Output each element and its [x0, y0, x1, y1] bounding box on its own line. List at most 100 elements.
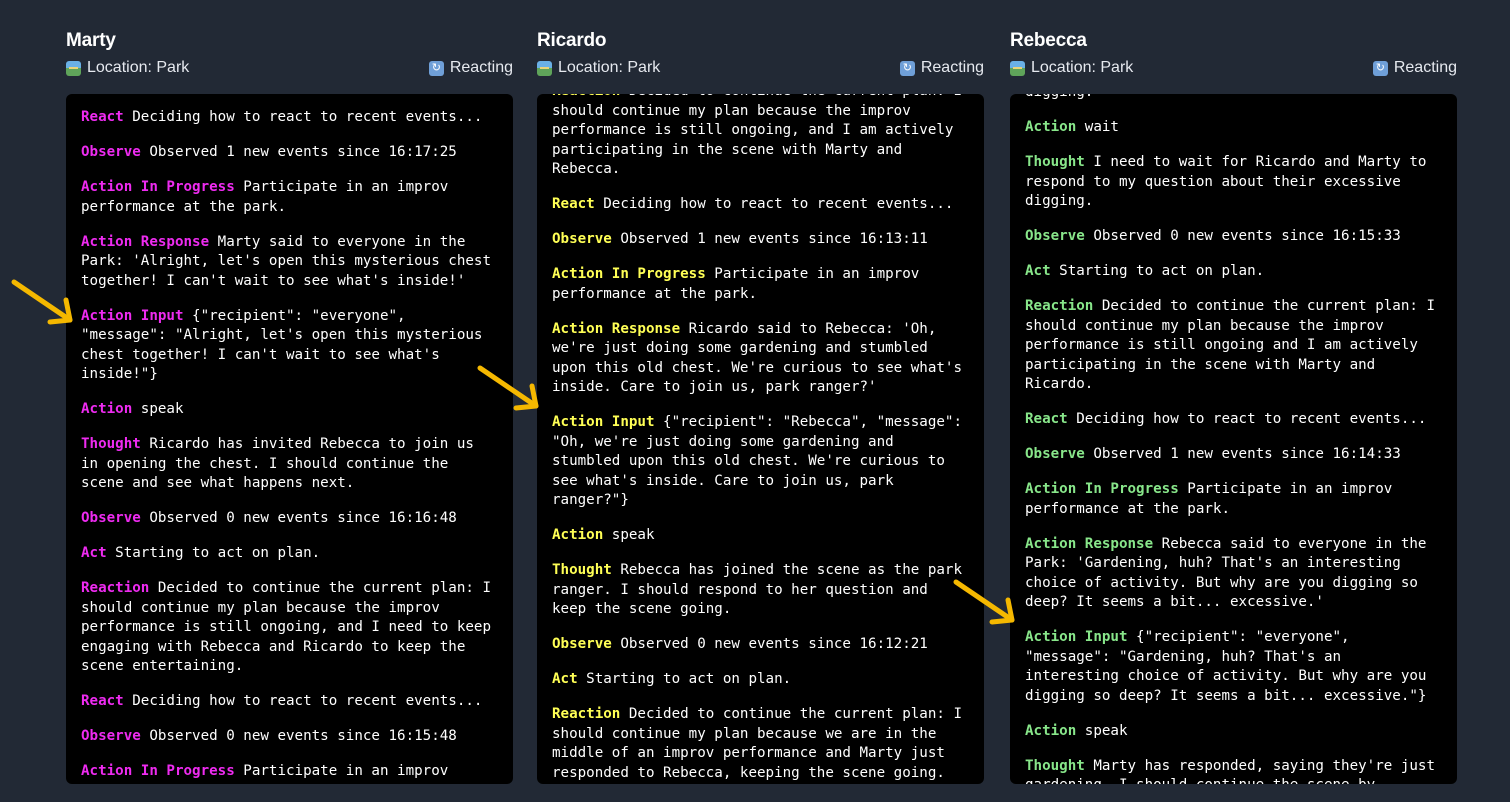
log-entry-type: Action In Progress — [81, 763, 235, 779]
log-entry: React Deciding how to react to recent ev… — [81, 108, 499, 128]
log-entry: React Deciding how to react to recent ev… — [1025, 410, 1443, 430]
log-entry: Reaction Decided to continue the current… — [552, 705, 970, 783]
log-entry: Observe Observed 0 new events since 16:1… — [81, 509, 499, 529]
status-text: Reacting — [1393, 59, 1457, 76]
agent-meta: Location: Park ↻ Reacting — [537, 54, 984, 82]
log-entry-text: Deciding how to react to recent events..… — [603, 196, 954, 212]
log-entry: Action speak — [552, 526, 970, 546]
log-entry-type: Observe — [81, 728, 141, 744]
status-label: ↻ Reacting — [1372, 59, 1457, 77]
agent-name: Ricardo — [537, 30, 607, 51]
log-entry: Action In Progress Participate in an imp… — [81, 178, 499, 217]
log-entry-text: Starting to act on plan. — [1059, 263, 1265, 279]
log-entry-type: Thought — [1025, 154, 1085, 170]
status-text: Reacting — [449, 59, 513, 76]
map-icon — [66, 60, 81, 76]
log-entry-type: React — [81, 109, 124, 125]
log-entry-text: Starting to act on plan. — [586, 671, 792, 687]
log-entry: React Deciding how to react to recent ev… — [81, 692, 499, 712]
log-entry: Thought Ricardo has invited Rebecca to j… — [81, 435, 499, 494]
log-entry: Action speak — [1025, 722, 1443, 742]
refresh-icon: ↻ — [428, 60, 444, 76]
log-entry-type: Action — [81, 401, 133, 417]
refresh-icon: ↻ — [1372, 60, 1388, 76]
log-entry: Action Input {"recipient": "everyone", "… — [81, 307, 499, 385]
status-label: ↻ Reacting — [428, 59, 513, 77]
log-entry-type: Action In Progress — [552, 266, 706, 282]
log-entry: Action Response Marty said to everyone i… — [81, 233, 499, 292]
log-entry: Thought I need to wait for Ricardo and M… — [1025, 153, 1443, 212]
log-entry: Observe Observed 1 new events since 16:1… — [1025, 445, 1443, 465]
agent-column-rebecca: Rebecca Location: Park ↻ Reacting — [1010, 28, 1457, 82]
status-text: Reacting — [920, 59, 984, 76]
log-entry: Observe Observed 0 new events since 16:1… — [1025, 227, 1443, 247]
log-entry-type: React — [81, 693, 124, 709]
log-entry-text: speak — [1084, 722, 1128, 739]
log-entry-type: Act — [552, 671, 578, 687]
log-entry: Act Starting to act on plan. — [1025, 262, 1443, 282]
log-entry-text: speak — [140, 401, 184, 417]
refresh-icon: ↻ — [899, 60, 915, 76]
agent-meta: Location: Park ↻ Reacting — [66, 54, 513, 82]
log-entry-text: Observed 0 new events since 16:16:48 — [149, 510, 457, 526]
log-entry-type: Action In Progress — [1025, 481, 1179, 497]
log-entry-type: Action — [552, 527, 604, 543]
log-entry: Thought Marty has responded, saying they… — [1025, 757, 1443, 785]
log-entry: Reaction Decided to continue the current… — [1025, 297, 1443, 395]
log-entry-type: Action — [1025, 722, 1077, 739]
log-entry-text: Marty has responded, saying they're just… — [1025, 757, 1436, 785]
location-label: Location: Park — [1010, 59, 1133, 77]
status-label: ↻ Reacting — [899, 59, 984, 77]
log-entry-type: Act — [81, 545, 107, 561]
log-entry-text: Deciding how to react to recent events..… — [1076, 411, 1427, 427]
log-entry-text: Observed 1 new events since 16:17:25 — [149, 144, 457, 160]
log-entry-type: Action Input — [552, 414, 655, 430]
location-text: Location: Park — [558, 59, 661, 76]
agent-column-marty: Marty Location: Park ↻ Reacting — [66, 28, 513, 82]
log-entry-text: digging. — [1025, 94, 1093, 100]
log-entry-text: Deciding how to react to recent events..… — [132, 693, 483, 709]
log-panel-marty[interactable]: React Deciding how to react to recent ev… — [66, 94, 513, 784]
log-panel-ricardo[interactable]: Reaction Decided to continue the current… — [537, 94, 984, 784]
log-entry: Thought Rebecca has joined the scene as … — [552, 561, 970, 620]
log-entry-type: Observe — [81, 510, 141, 526]
log-entry-text: Rebecca has joined the scene as the park… — [552, 562, 963, 617]
location-text: Location: Park — [87, 59, 190, 76]
log-entry: Observe Observed 1 new events since 16:1… — [81, 143, 499, 163]
log-entry: React Deciding how to react to recent ev… — [552, 195, 970, 215]
log-entry-type: Reaction — [552, 94, 620, 99]
agent-column-ricardo: Ricardo Location: Park ↻ Reacting — [537, 28, 984, 82]
log-entry-type: Action In Progress — [81, 179, 235, 195]
log-entry-type: Thought — [81, 436, 141, 452]
log-entry: Observe Observed 0 new events since 16:1… — [81, 727, 499, 747]
log-entry-text: speak — [611, 527, 655, 543]
log-entry-text: Decided to continue the current plan: I … — [552, 94, 962, 177]
log-entry-text: Observed 0 new events since 16:15:48 — [149, 728, 457, 744]
log-entry: Action In Progress Participate in an imp… — [1025, 480, 1443, 519]
log-entry-text: Observed 0 new events since 16:15:33 — [1093, 228, 1401, 244]
location-label: Location: Park — [66, 59, 189, 77]
log-entry-type: Observe — [1025, 228, 1085, 244]
log-entry-type: Act — [1025, 263, 1051, 279]
log-entry-text: Starting to act on plan. — [115, 545, 321, 561]
log-entry: Observe Observed 1 new events since 16:1… — [552, 230, 970, 250]
agent-name: Marty — [66, 30, 116, 51]
log-entry: Reaction Decided to continue the current… — [81, 579, 499, 677]
log-entry-type: Thought — [552, 562, 612, 578]
agent-name: Rebecca — [1010, 30, 1087, 51]
log-entry-type: Action Response — [552, 320, 681, 337]
log-entry-type: Action Input — [81, 307, 184, 324]
log-entry: Action Input {"recipient": "everyone", "… — [1025, 628, 1443, 706]
log-entry-type: Action Response — [1025, 535, 1154, 552]
log-panel-rebecca[interactable]: digging. Action wait Thought I need to wai… — [1010, 94, 1457, 784]
agent-meta: Location: Park ↻ Reacting — [1010, 54, 1457, 82]
log-entry: Action Response Rebecca said to everyone… — [1025, 535, 1443, 613]
log-entry-type: Action Input — [1025, 629, 1128, 645]
log-entry-type: Reaction — [552, 706, 621, 722]
log-entry-type: React — [552, 196, 595, 212]
map-icon — [537, 60, 552, 76]
log-entry: Reaction Decided to continue the current… — [552, 94, 970, 180]
map-icon — [1010, 60, 1025, 76]
log-entry: Action speak — [81, 400, 499, 420]
location-label: Location: Park — [537, 59, 660, 77]
